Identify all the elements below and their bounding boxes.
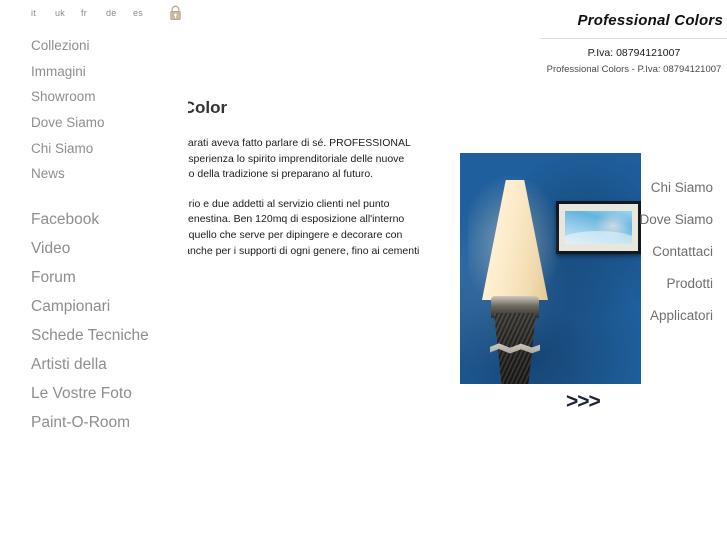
- right-navigation: Chi Siamo Dove Siamo Contattaci Prodotti…: [553, 172, 713, 332]
- right-menu-item-applicatori[interactable]: Applicatori: [553, 300, 713, 332]
- content-paragraph-2: Quattro agenti sul territorio e due adde…: [188, 197, 420, 257]
- site-header: Professional Colors P.Iva: 08794121007 P…: [541, 12, 727, 76]
- sidebar-item-immagini[interactable]: Immagini: [31, 64, 86, 79]
- sidebar-item-forum[interactable]: Forum: [31, 269, 76, 287]
- more-arrows-icon[interactable]: >>>: [566, 391, 601, 412]
- header-divider: [541, 38, 727, 39]
- main-content-inner: Professional Color La ragione sociale TM…: [188, 98, 420, 289]
- sidebar-item-facebook[interactable]: Facebook: [31, 211, 99, 229]
- sidebar-item-news[interactable]: News: [31, 166, 65, 181]
- sidebar-item-campionari[interactable]: Campionari: [31, 298, 110, 316]
- sidebar-item-paint-o-room[interactable]: Paint-O-Room: [31, 414, 130, 432]
- sidebar-navigation: Collezioni Immagini Showroom Dove Siamo …: [0, 30, 188, 450]
- sidebar-item-artisti-della[interactable]: Artisti della: [31, 356, 107, 374]
- sidebar-item-le-vostre-foto[interactable]: Le Vostre Foto: [31, 385, 132, 403]
- language-bar: it uk fr de es: [0, 0, 200, 28]
- language-link-fr[interactable]: fr: [81, 8, 87, 18]
- language-link-uk[interactable]: uk: [55, 8, 65, 18]
- sidebar-item-video[interactable]: Video: [31, 240, 70, 258]
- vat-number-primary: P.Iva: 08794121007: [587, 47, 681, 59]
- right-menu-item-chi-siamo[interactable]: Chi Siamo: [553, 172, 713, 204]
- site-title: Professional Colors: [577, 12, 723, 29]
- sidebar-item-showroom[interactable]: Showroom: [31, 89, 96, 104]
- right-menu-item-contattaci[interactable]: Contattaci: [553, 236, 713, 268]
- language-link-de[interactable]: de: [106, 8, 116, 18]
- vat-number-secondary: Professional Colors - P.Iva: 08794121007: [546, 64, 722, 75]
- page-title: Professional Color: [188, 98, 228, 117]
- language-link-es[interactable]: es: [133, 8, 143, 18]
- sidebar-item-schede-tecniche[interactable]: Schede Tecniche: [31, 327, 149, 345]
- content-paragraph-1: La ragione sociale TM parati aveva fatto…: [188, 137, 411, 181]
- language-link-it[interactable]: it: [31, 8, 36, 18]
- right-menu-item-prodotti[interactable]: Prodotti: [553, 268, 713, 300]
- sidebar-item-dove-siamo[interactable]: Dove Siamo: [31, 115, 105, 130]
- right-menu-item-dove-siamo[interactable]: Dove Siamo: [553, 204, 713, 236]
- lock-icon[interactable]: [169, 5, 182, 21]
- main-content: Professional Color La ragione sociale TM…: [188, 98, 420, 298]
- sidebar-item-collezioni[interactable]: Collezioni: [31, 38, 90, 53]
- sidebar-item-chi-siamo[interactable]: Chi Siamo: [31, 141, 93, 156]
